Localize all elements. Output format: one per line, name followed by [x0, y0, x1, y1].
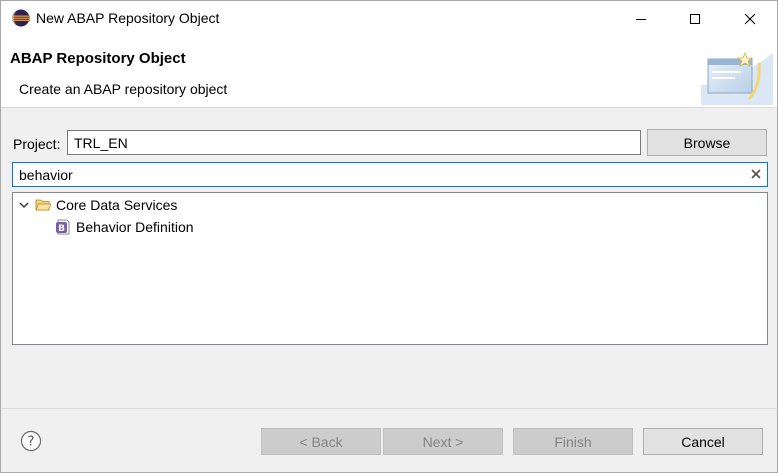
window-title: New ABAP Repository Object: [36, 10, 220, 26]
chevron-down-icon[interactable]: [19, 200, 29, 210]
tree-item-label: Core Data Services: [56, 197, 178, 213]
header-divider: [1, 107, 777, 108]
project-label: Project:: [13, 136, 61, 152]
object-type-tree[interactable]: Core Data Services B Behavior Definition: [12, 192, 768, 345]
minimize-button[interactable]: [613, 1, 669, 37]
wizard-header: ABAP Repository Object Create an ABAP re…: [1, 37, 777, 107]
page-description: Create an ABAP repository object: [19, 81, 228, 97]
clear-icon[interactable]: [750, 168, 762, 180]
dialog-window: New ABAP Repository Object ABAP Reposito…: [0, 0, 778, 473]
help-icon[interactable]: ?: [20, 430, 42, 452]
tree-item-label: Behavior Definition: [76, 219, 194, 235]
minimize-icon: [636, 19, 646, 20]
folder-open-icon: [35, 199, 51, 211]
finish-button[interactable]: Finish: [513, 428, 633, 455]
tree-item-behavior-definition[interactable]: B Behavior Definition: [13, 216, 767, 238]
footer-divider: [1, 408, 777, 409]
back-button[interactable]: < Back: [261, 428, 381, 455]
tree-item-core-data-services[interactable]: Core Data Services: [13, 194, 767, 216]
filter-input[interactable]: [13, 163, 733, 186]
svg-text:B: B: [58, 224, 65, 234]
maximize-button[interactable]: [667, 1, 723, 37]
close-button[interactable]: [722, 1, 778, 37]
cancel-button[interactable]: Cancel: [643, 428, 763, 455]
svg-text:?: ?: [28, 435, 35, 450]
close-icon: [744, 13, 756, 25]
new-wizard-icon: [701, 51, 773, 105]
project-field[interactable]: [67, 130, 641, 155]
page-title: ABAP Repository Object: [10, 50, 186, 67]
filter-field-container: [12, 162, 768, 187]
behavior-definition-icon: B: [56, 219, 70, 235]
browse-button[interactable]: Browse: [647, 129, 767, 156]
title-bar[interactable]: New ABAP Repository Object: [1, 1, 777, 37]
maximize-icon: [690, 14, 700, 24]
eclipse-icon: [12, 9, 30, 27]
next-button[interactable]: Next >: [383, 428, 503, 455]
